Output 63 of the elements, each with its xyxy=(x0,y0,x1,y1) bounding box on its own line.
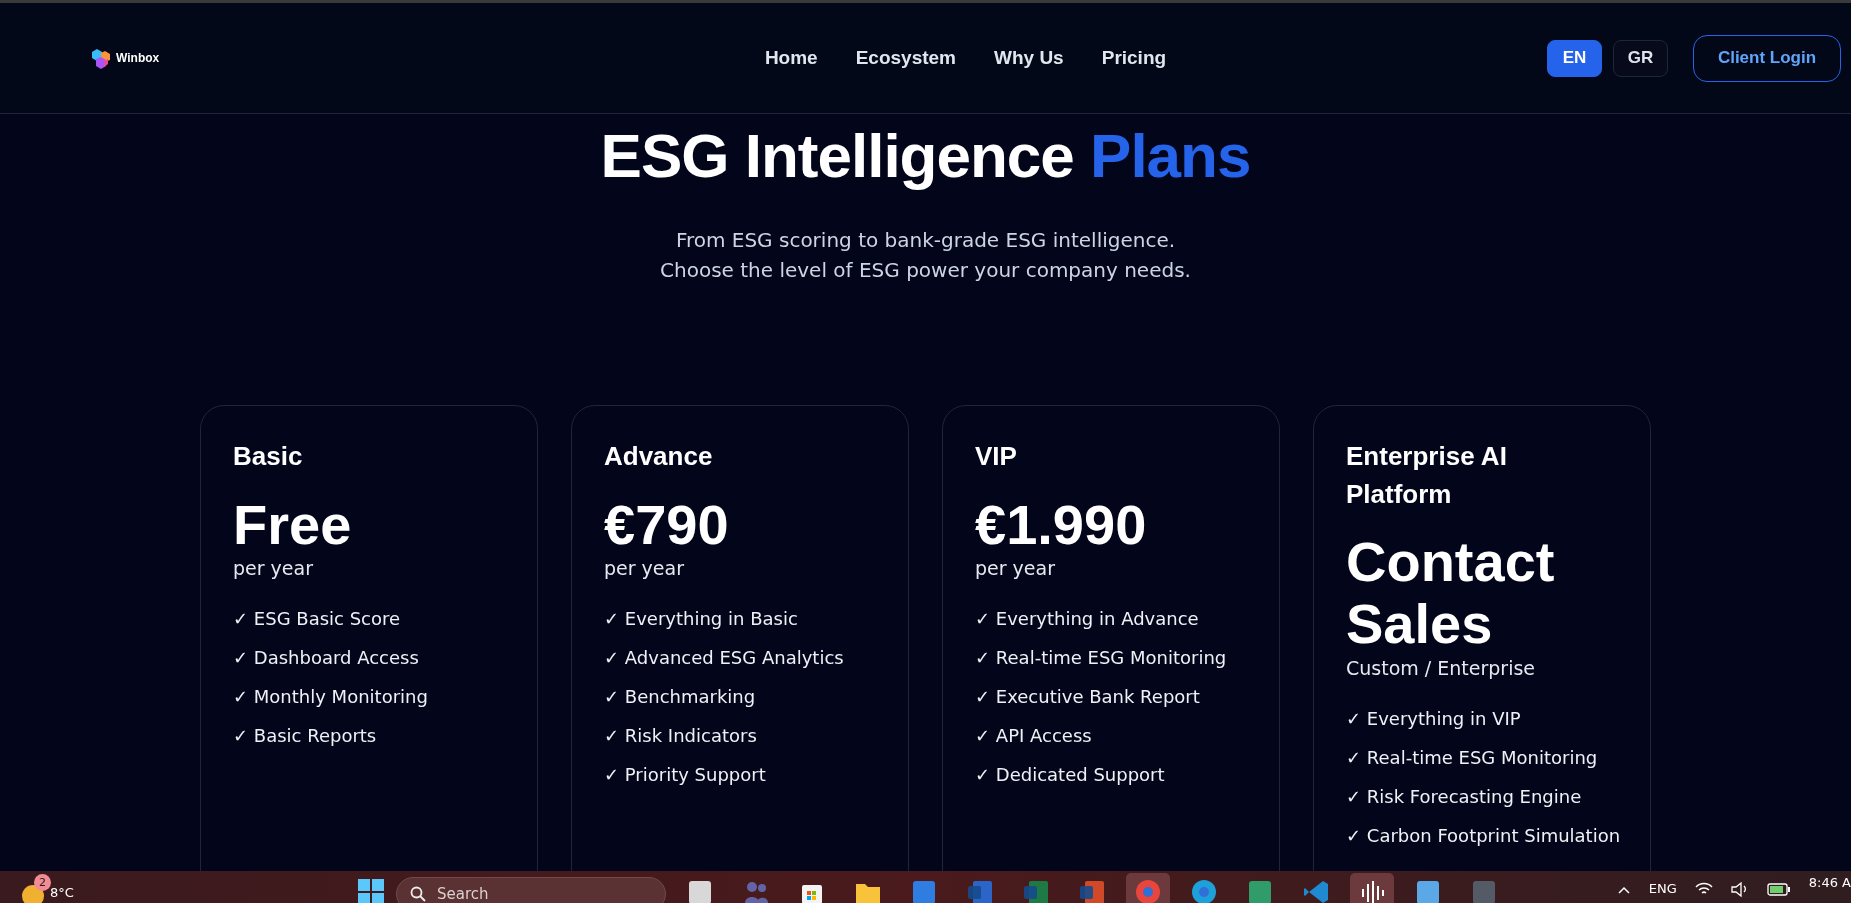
feature-item: ✓ Everything in Advance xyxy=(975,607,1199,632)
feature-item: ✓ Monthly Monitoring xyxy=(233,685,428,710)
start-icon[interactable] xyxy=(358,879,384,903)
code-editor-icon xyxy=(1303,879,1329,903)
feature-item: ✓ Risk Indicators xyxy=(604,724,757,749)
feature-item: ✓ Carbon Footprint Simulation xyxy=(1346,823,1621,848)
subtitle-text: Choose the level of ESG power your company needs. xyxy=(660,257,1191,284)
feature-item: ✓ Advanced ESG Analytics xyxy=(604,646,844,671)
search-field[interactable]: Search xyxy=(396,877,666,903)
plan-name: Basic xyxy=(233,440,304,473)
plan-price: Contact Sales xyxy=(1346,531,1556,655)
battery-icon[interactable] xyxy=(1766,881,1791,897)
language-button[interactable]: EN xyxy=(1547,39,1602,77)
feature-item: ✓ Priority Support xyxy=(604,763,766,788)
search-icon xyxy=(410,886,426,902)
nav-link[interactable]: Ecosystem xyxy=(855,47,956,69)
language-button[interactable]: GR xyxy=(1613,39,1668,77)
feature-item: ✓ Risk Forecasting Engine xyxy=(1346,784,1582,809)
plan-price: €790 xyxy=(604,493,730,556)
browser-icon xyxy=(1191,879,1217,903)
plan-name: VIP xyxy=(975,440,1018,473)
feature-item: ✓ Dedicated Support xyxy=(975,763,1165,788)
document-icon xyxy=(967,879,993,903)
wifi-icon[interactable] xyxy=(1694,881,1713,897)
plan-period: per year xyxy=(975,557,1056,580)
weather-icon[interactable] xyxy=(22,885,44,903)
plan-price: €1.990 xyxy=(975,493,1148,556)
language-indicator[interactable]: ENG xyxy=(1648,881,1677,896)
people-icon xyxy=(743,879,769,903)
plan-period: per year xyxy=(233,557,314,580)
notification-badge: 2 xyxy=(34,874,51,891)
temperature-text: 8°C xyxy=(50,884,74,900)
box-icon xyxy=(911,879,937,903)
feature-item: ✓ Executive Bank Report xyxy=(975,685,1200,710)
feature-item: ✓ API Access xyxy=(975,724,1092,749)
subtitle-text: From ESG scoring to bank-grade ESG intelligence. xyxy=(674,227,1177,254)
nav-link[interactable]: Home xyxy=(764,47,818,69)
sound-wave-icon xyxy=(1359,879,1385,903)
feature-item: ✓ Real-time ESG Monitoring xyxy=(1346,745,1598,770)
plan-price: Free xyxy=(233,493,353,556)
nav-link[interactable]: Why Us xyxy=(994,47,1064,69)
login-button[interactable]: Client Login xyxy=(1693,34,1841,82)
plan-name: Advance xyxy=(604,440,714,473)
feature-item: ✓ Everything in Basic xyxy=(604,607,798,632)
feature-item: ✓ Real-time ESG Monitoring xyxy=(975,646,1227,671)
slides-icon xyxy=(1079,879,1105,903)
volume-icon[interactable] xyxy=(1730,881,1749,897)
plan-period: Custom / Enterprise xyxy=(1346,656,1536,679)
feature-item: ✓ ESG Basic Score xyxy=(233,607,401,632)
spreadsheet-icon xyxy=(1023,879,1049,903)
nav-link[interactable]: Pricing xyxy=(1101,47,1167,69)
browser-icon xyxy=(1135,879,1161,903)
feature-item: ✓ Dashboard Access xyxy=(233,646,419,671)
plan-period: per year xyxy=(604,557,685,580)
feature-item: ✓ Benchmarking xyxy=(604,685,756,710)
brand-name: Winbox xyxy=(116,51,160,65)
plan-name: Enterprise AI Platform xyxy=(1346,440,1508,511)
clock-text[interactable]: 8:46 A xyxy=(1808,875,1851,890)
cubes-logo-icon xyxy=(90,47,112,69)
taskbar-app[interactable] xyxy=(1350,873,1394,903)
feature-item: ✓ Basic Reports xyxy=(233,724,377,749)
feature-item: ✓ Everything in VIP xyxy=(1346,706,1521,731)
page-heading: ESG Intelligence Plans xyxy=(600,120,1251,191)
